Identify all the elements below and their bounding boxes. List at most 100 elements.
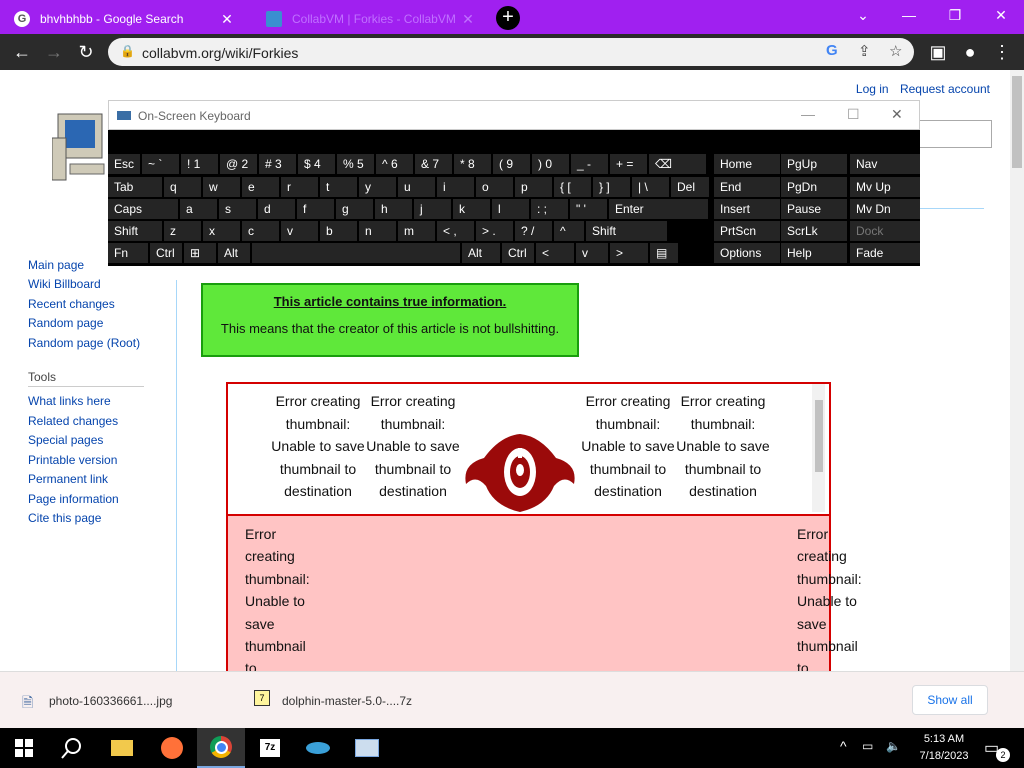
osk-key[interactable]: Del (671, 177, 709, 197)
osk-key[interactable]: x (203, 221, 240, 241)
osk-key[interactable]: & 7 (415, 154, 452, 174)
osk-key[interactable]: | \ (632, 177, 669, 197)
osk-key[interactable]: w (203, 177, 240, 197)
osk-close-button[interactable]: ✕ (891, 106, 903, 123)
osk-key[interactable]: ) 0 (532, 154, 569, 174)
share-icon[interactable]: ⇪ (858, 42, 871, 60)
tools-link[interactable]: Cite this page (28, 511, 101, 525)
bookmark-star-icon[interactable]: ☆ (889, 42, 902, 60)
side-panel-icon[interactable]: ▣ (926, 40, 950, 64)
osk-key[interactable]: Enter (609, 199, 708, 219)
osk-nav-key[interactable]: Dock (850, 221, 920, 241)
osk-nav-key[interactable]: Nav (850, 154, 920, 174)
close-tab-icon[interactable]: ✕ (460, 11, 476, 28)
tab-search-chevron-icon[interactable]: ⌄ (840, 0, 886, 30)
request-account-link[interactable]: Request account (900, 82, 990, 96)
login-link[interactable]: Log in (856, 82, 889, 96)
osk-key[interactable]: # 3 (259, 154, 296, 174)
start-button[interactable] (0, 728, 48, 768)
osk-key[interactable]: Shift (586, 221, 667, 241)
on-screen-keyboard-taskbar-button[interactable] (343, 728, 391, 768)
osk-key[interactable]: $ 4 (298, 154, 335, 174)
tools-link[interactable]: What links here (28, 394, 111, 408)
osk-key[interactable]: v (281, 221, 318, 241)
osk-key[interactable]: i (437, 177, 474, 197)
osk-key[interactable]: g (336, 199, 373, 219)
search-button[interactable] (48, 728, 96, 768)
osk-key[interactable]: d (258, 199, 295, 219)
osk-key[interactable]: > . (476, 221, 513, 241)
dolphin-button[interactable] (294, 728, 342, 768)
osk-nav-key[interactable]: PgUp (781, 154, 847, 174)
osk-key[interactable]: < (536, 243, 574, 263)
wiki-search-input[interactable] (912, 120, 992, 148)
osk-key[interactable]: % 5 (337, 154, 374, 174)
sidebar-link[interactable]: Random page (28, 316, 103, 330)
google-lens-icon[interactable]: G (826, 42, 838, 59)
osk-key[interactable]: t (320, 177, 357, 197)
download-item[interactable]: dolphin-master-5.0-....7z (282, 694, 412, 708)
osk-nav-key[interactable]: Pause (781, 199, 847, 219)
page-scrollbar-thumb[interactable] (1012, 76, 1022, 168)
volume-muted-icon[interactable]: 🔈 (886, 739, 901, 753)
osk-key[interactable]: + = (610, 154, 647, 174)
osk-nav-key[interactable]: PgDn (781, 177, 847, 197)
osk-key[interactable]: ! 1 (181, 154, 218, 174)
restore-button[interactable]: ❐ (932, 0, 978, 30)
osk-key[interactable]: Ctrl (150, 243, 182, 263)
chevron-up-icon[interactable]: ^ (840, 738, 847, 754)
osk-key[interactable]: f (297, 199, 334, 219)
osk-key[interactable]: ⊞ (184, 243, 216, 263)
close-window-button[interactable]: ✕ (978, 0, 1024, 30)
osk-key[interactable]: Shift (108, 221, 162, 241)
network-icon[interactable]: ▭ (862, 739, 873, 753)
osk-key[interactable]: u (398, 177, 435, 197)
notice-heading[interactable]: This article contains true information. (203, 294, 577, 309)
osk-key[interactable]: ^ 6 (376, 154, 413, 174)
tools-link[interactable]: Special pages (28, 433, 103, 447)
osk-key[interactable]: y (359, 177, 396, 197)
osk-key[interactable]: e (242, 177, 279, 197)
osk-key[interactable]: l (492, 199, 529, 219)
osk-key[interactable]: Alt (218, 243, 250, 263)
osk-key[interactable]: _ - (571, 154, 608, 174)
osk-key[interactable]: Fn (108, 243, 148, 263)
back-button[interactable]: ← (10, 40, 34, 64)
osk-key[interactable]: ▤ (650, 243, 678, 263)
reload-button[interactable]: ↻ (74, 40, 98, 64)
osk-key[interactable]: Tab (108, 177, 162, 197)
wiki-logo-computer-icon[interactable] (52, 110, 110, 190)
osk-nav-key[interactable]: End (714, 177, 780, 197)
osk-nav-key[interactable]: PrtScn (714, 221, 780, 241)
osk-key[interactable]: ( 9 (493, 154, 530, 174)
osk-key[interactable]: a (180, 199, 217, 219)
sidebar-link[interactable]: Recent changes (28, 297, 115, 311)
osk-key[interactable]: ⌫ (649, 154, 706, 174)
sidebar-link[interactable]: Wiki Billboard (28, 277, 101, 291)
osk-key[interactable]: n (359, 221, 396, 241)
close-tab-icon[interactable]: ✕ (219, 11, 235, 28)
menu-kebab-icon[interactable]: ⋮ (990, 40, 1014, 64)
osk-key[interactable]: m (398, 221, 435, 241)
osk-key[interactable]: < , (437, 221, 474, 241)
osk-nav-key[interactable]: Home (714, 154, 780, 174)
osk-key[interactable]: > (610, 243, 648, 263)
osk-nav-key[interactable]: Mv Dn (850, 199, 920, 219)
osk-key[interactable]: o (476, 177, 513, 197)
osk-nav-key[interactable]: Insert (714, 199, 780, 219)
osk-key[interactable]: ? / (515, 221, 552, 241)
tools-link[interactable]: Printable version (28, 453, 117, 467)
osk-key[interactable]: Alt (462, 243, 500, 263)
forward-button[interactable]: → (42, 40, 66, 64)
tools-link[interactable]: Page information (28, 492, 119, 506)
osk-key[interactable]: Ctrl (502, 243, 534, 263)
osk-key[interactable]: { [ (554, 177, 591, 197)
osk-key[interactable]: z (164, 221, 201, 241)
sidebar-link[interactable]: Main page (28, 258, 84, 272)
tab-collabvm[interactable]: CollabVM | Forkies - CollabVM ✕ (252, 4, 486, 34)
osk-key[interactable]: Caps (108, 199, 178, 219)
osk-key[interactable]: } ] (593, 177, 630, 197)
osk-key[interactable]: Esc (108, 154, 140, 174)
osk-nav-key[interactable]: Fade (850, 243, 920, 263)
tools-link[interactable]: Related changes (28, 414, 118, 428)
